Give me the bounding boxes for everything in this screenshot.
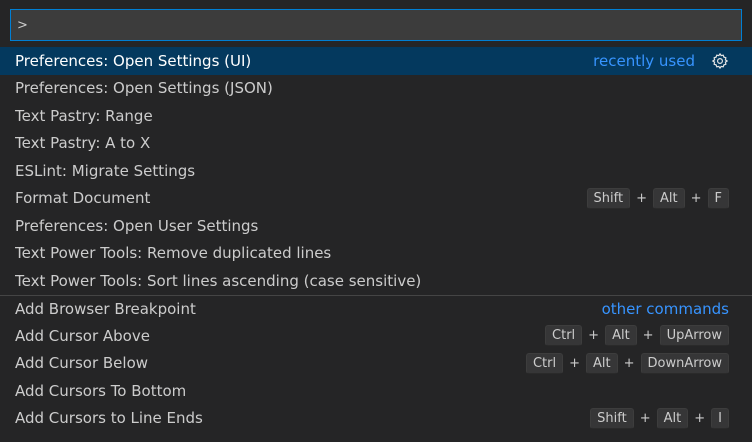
command-item-meta: recently used [593, 52, 729, 70]
command-item-3[interactable]: Text Pastry: A to X [0, 130, 752, 158]
command-item-6[interactable]: Preferences: Open User Settings [0, 212, 752, 240]
keybinding-plus: + [588, 328, 600, 344]
keybinding-plus: + [690, 190, 702, 206]
command-item-9[interactable]: Add Browser Breakpoint other commands [0, 294, 752, 323]
gear-icon[interactable] [711, 52, 729, 70]
command-item-8[interactable]: Text Power Tools: Sort lines ascending (… [0, 267, 752, 295]
command-item-meta: other commands [602, 300, 729, 318]
command-item-5[interactable]: Format Document Shift + Alt + F [0, 185, 752, 213]
command-item-label: Text Power Tools: Remove duplicated line… [15, 244, 332, 263]
keybinding: Shift + Alt + F [586, 187, 729, 209]
key-cap: I [711, 407, 729, 429]
key-cap: F [707, 187, 729, 209]
command-item-label: Add Cursor Below [15, 354, 149, 373]
command-item-meta: Ctrl + Alt + UpArrow [545, 325, 729, 347]
key-cap: Shift [586, 187, 631, 209]
command-item-7[interactable]: Text Power Tools: Remove duplicated line… [0, 240, 752, 268]
command-item-label: Add Cursors to Line Ends [15, 409, 203, 428]
keybinding-plus: + [639, 410, 651, 426]
key-cap: UpArrow [659, 325, 729, 347]
key-cap: DownArrow [640, 352, 729, 374]
key-cap: Alt [605, 325, 637, 347]
keybinding-plus: + [569, 355, 580, 371]
command-item-11[interactable]: Add Cursor Below Ctrl + Alt + DownArrow [0, 350, 752, 378]
command-item-label: Text Power Tools: Sort lines ascending (… [15, 271, 422, 290]
command-item-label: ESLint: Migrate Settings [15, 161, 196, 180]
command-item-0[interactable]: Preferences: Open Settings (UI) recently… [0, 47, 752, 75]
group-label: other commands [601, 299, 729, 318]
command-item-10[interactable]: Add Cursor Above Ctrl + Alt + UpArrow [0, 322, 752, 350]
keybinding: Shift + Alt + I [590, 407, 729, 429]
command-item-label: Text Pastry: A to X [15, 134, 151, 153]
command-item-meta: Shift + Alt + F [586, 187, 729, 209]
command-item-meta: Shift + Alt + I [590, 407, 729, 429]
keybinding-plus: + [636, 190, 647, 206]
command-item-label: Format Document [15, 189, 151, 208]
command-item-2[interactable]: Text Pastry: Range [0, 102, 752, 130]
group-label: recently used [593, 51, 695, 70]
keybinding-plus: + [623, 355, 635, 371]
key-cap: Ctrl [545, 325, 583, 347]
keybinding: Ctrl + Alt + DownArrow [525, 352, 729, 374]
command-item-label: Text Pastry: Range [15, 106, 153, 125]
command-item-1[interactable]: Preferences: Open Settings (JSON) [0, 75, 752, 103]
command-item-label: Preferences: Open User Settings [15, 216, 259, 235]
command-item-13[interactable]: Add Cursors to Line Ends Shift + Alt + I [0, 405, 752, 433]
command-list: Preferences: Open Settings (UI) recently… [0, 47, 752, 432]
command-item-label: Add Cursor Above [15, 326, 150, 345]
command-item-label: Preferences: Open Settings (JSON) [15, 79, 273, 98]
key-cap: Ctrl [525, 352, 564, 374]
key-cap: Alt [585, 352, 618, 374]
command-item-4[interactable]: ESLint: Migrate Settings [0, 157, 752, 185]
command-input[interactable] [11, 10, 741, 40]
keybinding-plus: + [694, 410, 706, 426]
keybinding: Ctrl + Alt + UpArrow [545, 325, 729, 347]
key-cap: Alt [656, 407, 689, 429]
key-cap: Alt [653, 187, 685, 209]
command-item-12[interactable]: Add Cursors To Bottom [0, 377, 752, 405]
command-input-box[interactable] [10, 9, 742, 41]
command-item-label: Preferences: Open Settings (UI) [15, 51, 252, 70]
keybinding-plus: + [642, 328, 654, 344]
key-cap: Shift [590, 407, 634, 429]
command-item-label: Add Browser Breakpoint [15, 299, 196, 318]
command-item-meta: Ctrl + Alt + DownArrow [525, 352, 729, 374]
command-item-label: Add Cursors To Bottom [15, 381, 187, 400]
command-palette: Preferences: Open Settings (UI) recently… [0, 0, 752, 442]
